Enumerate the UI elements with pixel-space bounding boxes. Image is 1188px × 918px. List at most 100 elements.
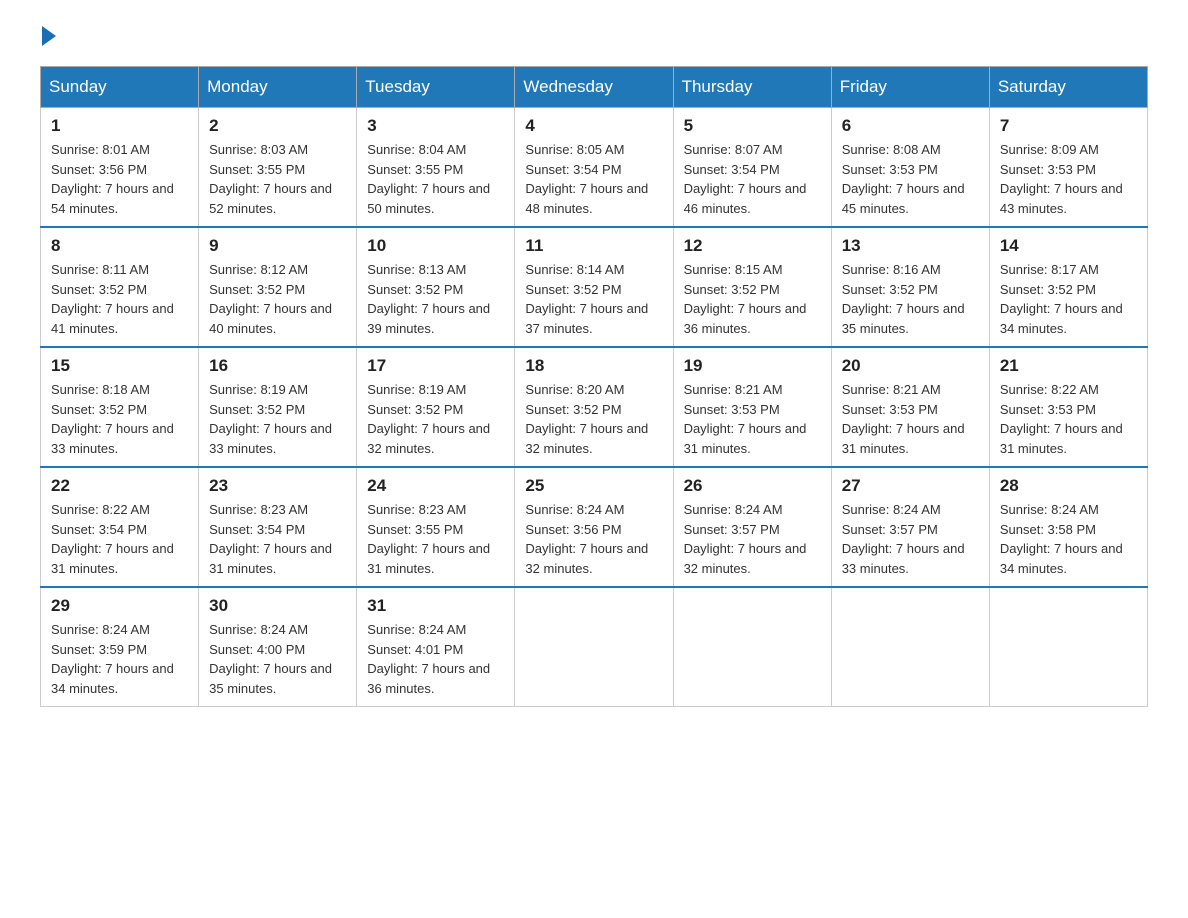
day-info: Sunrise: 8:24 AMSunset: 4:01 PMDaylight:… <box>367 620 504 698</box>
day-number: 24 <box>367 476 504 496</box>
calendar-cell: 19 Sunrise: 8:21 AMSunset: 3:53 PMDayligh… <box>673 347 831 467</box>
calendar-week-5: 29 Sunrise: 8:24 AMSunset: 3:59 PMDayligh… <box>41 587 1148 707</box>
logo <box>40 30 56 46</box>
day-number: 22 <box>51 476 188 496</box>
calendar-cell: 22 Sunrise: 8:22 AMSunset: 3:54 PMDayligh… <box>41 467 199 587</box>
day-number: 30 <box>209 596 346 616</box>
day-number: 18 <box>525 356 662 376</box>
day-info: Sunrise: 8:22 AMSunset: 3:53 PMDaylight:… <box>1000 380 1137 458</box>
day-number: 26 <box>684 476 821 496</box>
day-info: Sunrise: 8:09 AMSunset: 3:53 PMDaylight:… <box>1000 140 1137 218</box>
day-info: Sunrise: 8:21 AMSunset: 3:53 PMDaylight:… <box>684 380 821 458</box>
calendar-cell: 17Sunrise: 8:19 AMSunset: 3:52 PMDayligh… <box>357 347 515 467</box>
calendar-cell: 20 Sunrise: 8:21 AMSunset: 3:53 PMDayligh… <box>831 347 989 467</box>
calendar-cell: 8Sunrise: 8:11 AMSunset: 3:52 PMDaylight… <box>41 227 199 347</box>
day-info: Sunrise: 8:19 AMSunset: 3:52 PMDaylight:… <box>367 380 504 458</box>
day-number: 10 <box>367 236 504 256</box>
calendar-cell: 23 Sunrise: 8:23 AMSunset: 3:54 PMDayligh… <box>199 467 357 587</box>
calendar-week-4: 22 Sunrise: 8:22 AMSunset: 3:54 PMDayligh… <box>41 467 1148 587</box>
day-info: Sunrise: 8:19 AMSunset: 3:52 PMDaylight:… <box>209 380 346 458</box>
calendar-cell: 2 Sunrise: 8:03 AMSunset: 3:55 PMDaylight… <box>199 108 357 228</box>
day-info: Sunrise: 8:04 AMSunset: 3:55 PMDaylight:… <box>367 140 504 218</box>
calendar-cell: 14 Sunrise: 8:17 AMSunset: 3:52 PMDayligh… <box>989 227 1147 347</box>
day-number: 7 <box>1000 116 1137 136</box>
weekday-header-thursday: Thursday <box>673 67 831 108</box>
day-number: 29 <box>51 596 188 616</box>
calendar-cell: 31Sunrise: 8:24 AMSunset: 4:01 PMDayligh… <box>357 587 515 707</box>
calendar-cell: 28 Sunrise: 8:24 AMSunset: 3:58 PMDayligh… <box>989 467 1147 587</box>
day-number: 21 <box>1000 356 1137 376</box>
day-number: 27 <box>842 476 979 496</box>
calendar-cell: 18 Sunrise: 8:20 AMSunset: 3:52 PMDayligh… <box>515 347 673 467</box>
day-number: 23 <box>209 476 346 496</box>
calendar-cell: 7 Sunrise: 8:09 AMSunset: 3:53 PMDaylight… <box>989 108 1147 228</box>
calendar-cell: 10 Sunrise: 8:13 AMSunset: 3:52 PMDayligh… <box>357 227 515 347</box>
day-info: Sunrise: 8:13 AMSunset: 3:52 PMDaylight:… <box>367 260 504 338</box>
calendar-cell: 27Sunrise: 8:24 AMSunset: 3:57 PMDayligh… <box>831 467 989 587</box>
day-info: Sunrise: 8:23 AMSunset: 3:54 PMDaylight:… <box>209 500 346 578</box>
weekday-header-saturday: Saturday <box>989 67 1147 108</box>
calendar-cell: 4 Sunrise: 8:05 AMSunset: 3:54 PMDaylight… <box>515 108 673 228</box>
calendar-cell <box>989 587 1147 707</box>
day-info: Sunrise: 8:17 AMSunset: 3:52 PMDaylight:… <box>1000 260 1137 338</box>
weekday-header-sunday: Sunday <box>41 67 199 108</box>
day-info: Sunrise: 8:01 AMSunset: 3:56 PMDaylight:… <box>51 140 188 218</box>
calendar-cell: 29 Sunrise: 8:24 AMSunset: 3:59 PMDayligh… <box>41 587 199 707</box>
day-number: 2 <box>209 116 346 136</box>
day-info: Sunrise: 8:05 AMSunset: 3:54 PMDaylight:… <box>525 140 662 218</box>
calendar-cell: 3Sunrise: 8:04 AMSunset: 3:55 PMDaylight… <box>357 108 515 228</box>
day-info: Sunrise: 8:15 AMSunset: 3:52 PMDaylight:… <box>684 260 821 338</box>
calendar-cell: 12 Sunrise: 8:15 AMSunset: 3:52 PMDayligh… <box>673 227 831 347</box>
calendar-cell: 30 Sunrise: 8:24 AMSunset: 4:00 PMDayligh… <box>199 587 357 707</box>
calendar-cell: 5Sunrise: 8:07 AMSunset: 3:54 PMDaylight… <box>673 108 831 228</box>
calendar-cell: 21 Sunrise: 8:22 AMSunset: 3:53 PMDayligh… <box>989 347 1147 467</box>
calendar-header-row: SundayMondayTuesdayWednesdayThursdayFrid… <box>41 67 1148 108</box>
day-info: Sunrise: 8:12 AMSunset: 3:52 PMDaylight:… <box>209 260 346 338</box>
calendar-cell: 25 Sunrise: 8:24 AMSunset: 3:56 PMDayligh… <box>515 467 673 587</box>
day-info: Sunrise: 8:14 AMSunset: 3:52 PMDaylight:… <box>525 260 662 338</box>
day-info: Sunrise: 8:07 AMSunset: 3:54 PMDaylight:… <box>684 140 821 218</box>
day-info: Sunrise: 8:24 AMSunset: 3:59 PMDaylight:… <box>51 620 188 698</box>
day-info: Sunrise: 8:24 AMSunset: 4:00 PMDaylight:… <box>209 620 346 698</box>
day-info: Sunrise: 8:22 AMSunset: 3:54 PMDaylight:… <box>51 500 188 578</box>
calendar-cell: 1 Sunrise: 8:01 AMSunset: 3:56 PMDaylight… <box>41 108 199 228</box>
calendar-cell: 6Sunrise: 8:08 AMSunset: 3:53 PMDaylight… <box>831 108 989 228</box>
day-number: 16 <box>209 356 346 376</box>
calendar-cell: 26 Sunrise: 8:24 AMSunset: 3:57 PMDayligh… <box>673 467 831 587</box>
calendar-cell <box>515 587 673 707</box>
weekday-header-wednesday: Wednesday <box>515 67 673 108</box>
day-number: 14 <box>1000 236 1137 256</box>
day-info: Sunrise: 8:03 AMSunset: 3:55 PMDaylight:… <box>209 140 346 218</box>
day-info: Sunrise: 8:08 AMSunset: 3:53 PMDaylight:… <box>842 140 979 218</box>
weekday-header-monday: Monday <box>199 67 357 108</box>
day-number: 11 <box>525 236 662 256</box>
calendar-week-1: 1 Sunrise: 8:01 AMSunset: 3:56 PMDaylight… <box>41 108 1148 228</box>
weekday-header-tuesday: Tuesday <box>357 67 515 108</box>
day-info: Sunrise: 8:23 AMSunset: 3:55 PMDaylight:… <box>367 500 504 578</box>
day-number: 19 <box>684 356 821 376</box>
day-number: 12 <box>684 236 821 256</box>
calendar-cell: 15Sunrise: 8:18 AMSunset: 3:52 PMDayligh… <box>41 347 199 467</box>
day-info: Sunrise: 8:21 AMSunset: 3:53 PMDaylight:… <box>842 380 979 458</box>
day-info: Sunrise: 8:20 AMSunset: 3:52 PMDaylight:… <box>525 380 662 458</box>
day-info: Sunrise: 8:18 AMSunset: 3:52 PMDaylight:… <box>51 380 188 458</box>
calendar-week-3: 15Sunrise: 8:18 AMSunset: 3:52 PMDayligh… <box>41 347 1148 467</box>
calendar-week-2: 8Sunrise: 8:11 AMSunset: 3:52 PMDaylight… <box>41 227 1148 347</box>
day-number: 20 <box>842 356 979 376</box>
day-number: 1 <box>51 116 188 136</box>
day-number: 25 <box>525 476 662 496</box>
calendar-cell: 11 Sunrise: 8:14 AMSunset: 3:52 PMDayligh… <box>515 227 673 347</box>
calendar-cell <box>673 587 831 707</box>
page-header <box>40 30 1148 46</box>
day-info: Sunrise: 8:24 AMSunset: 3:56 PMDaylight:… <box>525 500 662 578</box>
logo-arrow-icon <box>42 26 56 46</box>
day-info: Sunrise: 8:16 AMSunset: 3:52 PMDaylight:… <box>842 260 979 338</box>
calendar-cell: 13 Sunrise: 8:16 AMSunset: 3:52 PMDayligh… <box>831 227 989 347</box>
day-number: 28 <box>1000 476 1137 496</box>
weekday-header-friday: Friday <box>831 67 989 108</box>
day-number: 9 <box>209 236 346 256</box>
day-info: Sunrise: 8:24 AMSunset: 3:57 PMDaylight:… <box>684 500 821 578</box>
day-number: 4 <box>525 116 662 136</box>
day-info: Sunrise: 8:24 AMSunset: 3:58 PMDaylight:… <box>1000 500 1137 578</box>
day-number: 13 <box>842 236 979 256</box>
